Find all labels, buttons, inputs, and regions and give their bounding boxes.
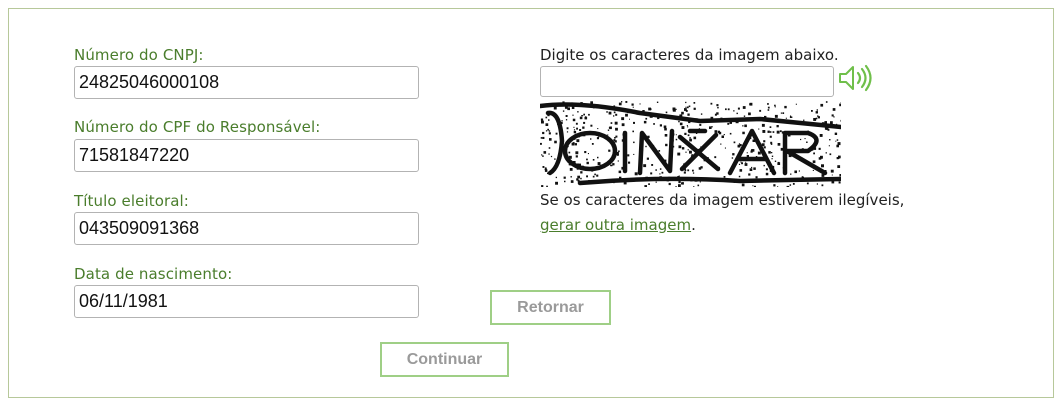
regenerate-captcha-link[interactable]: gerar outra imagem	[540, 216, 691, 234]
continue-button[interactable]: Continuar	[380, 342, 509, 377]
data-nascimento-input[interactable]	[74, 285, 419, 318]
captcha-input[interactable]	[540, 66, 834, 97]
return-button[interactable]: Retornar	[490, 290, 611, 325]
speaker-icon[interactable]	[837, 64, 877, 92]
cnpj-input[interactable]	[74, 66, 419, 99]
captcha-image	[540, 101, 841, 187]
captcha-help-text: Se os caracteres da imagem estiverem ile…	[540, 191, 904, 209]
titulo-eleitoral-input[interactable]	[74, 212, 419, 245]
captcha-regenerate-line: gerar outra imagem.	[540, 216, 696, 234]
data-nascimento-label: Data de nascimento:	[74, 265, 232, 283]
cpf-label: Número do CPF do Responsável:	[74, 118, 320, 136]
captcha-instruction: Digite os caracteres da imagem abaixo.	[540, 46, 839, 64]
regenerate-suffix: .	[691, 216, 696, 234]
titulo-eleitoral-label: Título eleitoral:	[74, 192, 189, 210]
cpf-input[interactable]	[74, 139, 419, 172]
cnpj-label: Número do CNPJ:	[74, 46, 204, 64]
